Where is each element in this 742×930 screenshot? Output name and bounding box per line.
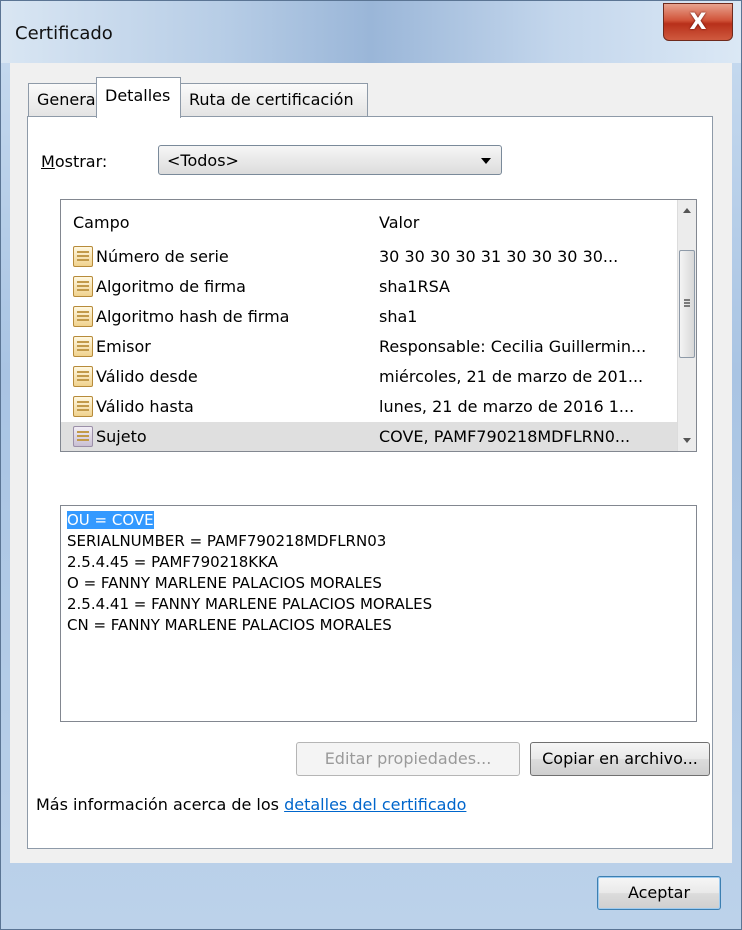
detail-line: O = FANNY MARLENE PALACIOS MORALES — [67, 574, 382, 592]
title-bar[interactable]: Certificado X — [1, 1, 741, 63]
show-dropdown-value: <Todos> — [167, 151, 239, 170]
certificate-field-icon — [73, 246, 93, 267]
certificate-dialog: Certificado X General Detalles Ruta de c… — [0, 0, 742, 930]
ok-button[interactable]: Aceptar — [597, 876, 721, 910]
close-button[interactable]: X — [663, 3, 733, 41]
field-detail-box[interactable]: OU = COVE SERIALNUMBER = PAMF790218MDFLR… — [60, 505, 697, 722]
tab-general[interactable]: General — [28, 83, 100, 117]
field-name: Válido hasta — [96, 397, 194, 416]
close-icon: X — [689, 9, 707, 35]
show-dropdown[interactable]: <Todos> — [158, 145, 502, 175]
fields-list[interactable]: Campo Valor Número de serie 30 30 30 30 3… — [60, 199, 697, 452]
vertical-scrollbar[interactable] — [677, 200, 696, 451]
field-value: miércoles, 21 de marzo de 201... — [379, 367, 644, 386]
scroll-up-arrow-icon[interactable] — [678, 202, 696, 220]
dialog-footer: Aceptar — [1, 863, 741, 929]
tab-detalles[interactable]: Detalles — [96, 77, 181, 118]
field-row[interactable]: Válido hasta lunes, 21 de marzo de 2016 1… — [61, 392, 679, 422]
field-value: COVE, PAMF790218MDFLRN0... — [379, 427, 631, 446]
field-name: Algoritmo de firma — [96, 277, 246, 296]
field-value: sha1RSA — [379, 277, 450, 296]
chevron-down-icon — [481, 158, 491, 164]
certificate-field-icon — [73, 336, 93, 357]
field-row[interactable]: Algoritmo hash de firma sha1 — [61, 302, 679, 332]
show-label: Mostrar: — [41, 152, 108, 171]
certificate-field-icon — [73, 366, 93, 387]
detail-line: SERIALNUMBER = PAMF790218MDFLRN03 — [67, 532, 387, 550]
detail-line-selected: OU = COVE — [67, 511, 154, 529]
more-info-label: Más información acerca de los — [36, 795, 285, 814]
list-header: Campo Valor — [61, 200, 679, 240]
dialog-content: General Detalles Ruta de certificación M… — [10, 63, 732, 863]
edit-properties-button[interactable]: Editar propiedades... — [296, 742, 520, 776]
field-row[interactable]: Emisor Responsable: Cecilia Guillermin... — [61, 332, 679, 362]
certificate-field-icon — [73, 396, 93, 417]
detail-line: CN = FANNY MARLENE PALACIOS MORALES — [67, 616, 392, 634]
scroll-thumb[interactable] — [679, 250, 695, 358]
column-header-valor[interactable]: Valor — [379, 213, 419, 232]
detail-line: 2.5.4.41 = FANNY MARLENE PALACIOS MORALE… — [67, 595, 433, 613]
column-header-campo[interactable]: Campo — [73, 213, 130, 232]
window-title: Certificado — [15, 23, 113, 44]
field-value: 30 30 30 30 31 30 30 30 30... — [379, 247, 619, 266]
copy-to-file-button[interactable]: Copiar en archivo... — [530, 742, 710, 776]
certificate-details-link[interactable]: detalles del certificado — [284, 795, 466, 814]
detail-line: 2.5.4.45 = PAMF790218KKA — [67, 553, 278, 571]
more-info-text: Más información acerca de los detalles d… — [36, 795, 466, 814]
field-name: Emisor — [96, 337, 151, 356]
field-value: Responsable: Cecilia Guillermin... — [379, 337, 647, 356]
field-value: lunes, 21 de marzo de 2016 1... — [379, 397, 635, 416]
certificate-field-icon — [73, 306, 93, 327]
field-name: Algoritmo hash de firma — [96, 307, 290, 326]
field-name: Número de serie — [96, 247, 229, 266]
field-name: Válido desde — [96, 367, 198, 386]
field-row[interactable]: Algoritmo de firma sha1RSA — [61, 272, 679, 302]
scroll-down-arrow-icon[interactable] — [678, 431, 696, 449]
certificate-field-icon — [73, 276, 93, 297]
certificate-field-icon — [73, 426, 93, 447]
field-row[interactable]: Número de serie 30 30 30 30 31 30 30 30 3… — [61, 242, 679, 272]
field-row[interactable]: Válido desde miércoles, 21 de marzo de 20… — [61, 362, 679, 392]
field-row[interactable]: Sujeto COVE, PAMF790218MDFLRN0... — [61, 422, 679, 451]
field-name: Sujeto — [96, 427, 147, 446]
tab-ruta-certificacion[interactable]: Ruta de certificación — [180, 83, 368, 117]
field-value: sha1 — [379, 307, 418, 326]
